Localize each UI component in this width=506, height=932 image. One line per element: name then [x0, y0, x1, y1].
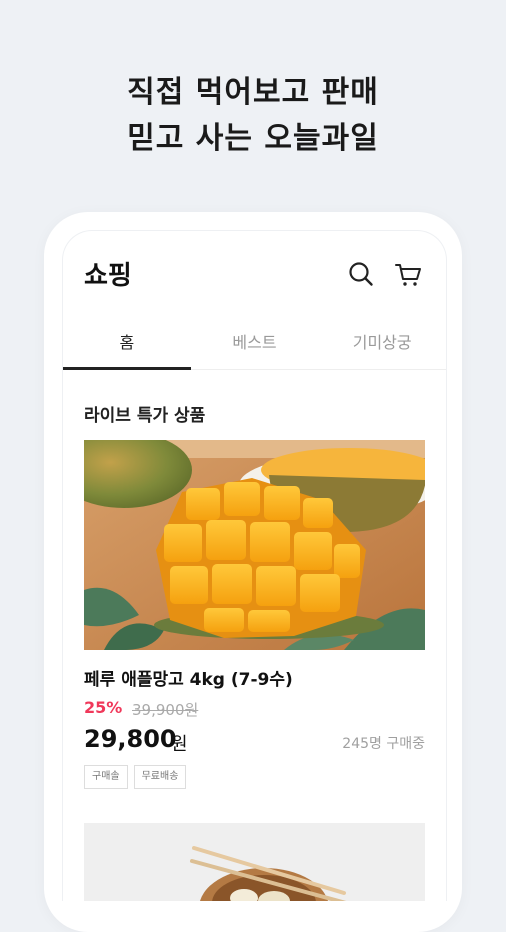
promo-line-1: 직접 먹어보고 판매 [127, 75, 379, 110]
promo-line-2: 믿고 사는 오늘과일 [127, 121, 379, 156]
tab-home[interactable]: 홈 [63, 321, 191, 370]
tab-bar: 홈 베스트 기미상궁 [63, 321, 446, 370]
product-name[interactable]: 페루 애플망고 4kg (7-9수) [84, 665, 293, 690]
product-image-2[interactable] [84, 823, 425, 901]
discount-rate: 25% [84, 698, 123, 717]
section-title: 라이브 특가 상품 [84, 406, 206, 426]
original-price: 39,900원 [132, 701, 199, 719]
sale-price: 29,800 [84, 725, 177, 753]
app-screen: 쇼핑 홈 베스트 기미상궁 라이브 특가 상품 페루 애플망고 4kg (7-9… [62, 230, 447, 901]
product-image[interactable] [84, 440, 425, 650]
cart-icon[interactable] [393, 259, 423, 289]
page-title: 쇼핑 [84, 261, 132, 291]
price-unit: 원 [171, 734, 188, 755]
buyer-count: 245명 구매중 [342, 736, 425, 752]
badge-list: 구매솔 무료배송 [84, 765, 187, 789]
badge-free-shipping: 무료배송 [133, 765, 187, 789]
promo-headline: 직접 먹어보고 판매 믿고 사는 오늘과일 [0, 70, 506, 162]
search-icon[interactable] [346, 259, 376, 289]
badge: 구매솔 [84, 765, 128, 789]
tab-best[interactable]: 베스트 [191, 321, 319, 369]
tab-gimisanggung[interactable]: 기미상궁 [318, 321, 446, 369]
